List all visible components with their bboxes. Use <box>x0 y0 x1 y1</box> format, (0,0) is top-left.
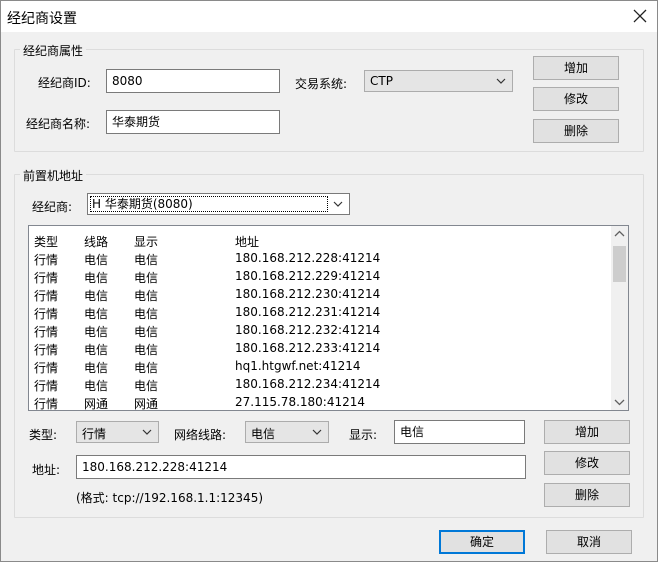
address-label: 地址: <box>32 463 61 477</box>
cell-address: 180.168.212.229:41214 <box>235 269 381 283</box>
table-row[interactable]: 行情 电信 电信 180.168.212.231:41214 <box>29 303 609 321</box>
cell-type: 行情 <box>34 397 59 411</box>
table-row[interactable]: 行情 电信 电信 180.168.212.232:41214 <box>29 321 609 339</box>
cell-address: 27.115.78.180:41214 <box>235 395 366 409</box>
display-field[interactable]: 电信 <box>394 420 525 444</box>
cell-display: 电信 <box>134 271 159 285</box>
chevron-down-icon <box>333 201 343 207</box>
cell-type: 行情 <box>34 307 59 321</box>
cell-display: 电信 <box>134 343 159 357</box>
network-line-label: 网络线路: <box>174 428 227 442</box>
scroll-up-icon[interactable] <box>611 226 628 243</box>
cell-line: 电信 <box>84 307 109 321</box>
cell-type: 行情 <box>34 325 59 339</box>
type-label: 类型: <box>29 428 58 442</box>
front-broker-value: H 华泰期货(8080) <box>90 196 328 212</box>
broker-edit-button[interactable]: 修改 <box>533 87 619 111</box>
table-row[interactable]: 行情 电信 电信 180.168.212.228:41214 <box>29 249 609 267</box>
cell-display: 电信 <box>134 307 159 321</box>
title-bar: 经纪商设置 <box>1 1 657 32</box>
trade-system-value: CTP <box>370 74 393 88</box>
cell-line: 电信 <box>84 325 109 339</box>
type-select[interactable]: 行情 <box>76 421 159 443</box>
front-delete-button[interactable]: 删除 <box>544 483 630 507</box>
broker-add-button[interactable]: 增加 <box>533 56 619 80</box>
cell-display: 电信 <box>134 379 159 393</box>
cell-address: 180.168.212.228:41214 <box>235 251 381 265</box>
table-row[interactable]: 行情 电信 电信 180.168.212.234:41214 <box>29 375 609 393</box>
close-button[interactable] <box>623 1 657 31</box>
trade-system-select[interactable]: CTP <box>364 70 513 92</box>
broker-properties-title: 经纪商属性 <box>20 42 87 59</box>
window-title: 经纪商设置 <box>7 11 77 27</box>
cell-type: 行情 <box>34 343 59 357</box>
cell-display: 电信 <box>134 325 159 339</box>
cell-line: 电信 <box>84 271 109 285</box>
cell-line: 网通 <box>84 397 109 411</box>
list-header: 类型 线路 显示 地址 <box>29 231 609 249</box>
network-line-select[interactable]: 电信 <box>245 421 329 443</box>
cell-type: 行情 <box>34 379 59 393</box>
front-broker-label: 经纪商: <box>32 200 73 214</box>
front-add-button[interactable]: 增加 <box>544 420 630 444</box>
column-header-address[interactable]: 地址 <box>235 233 259 250</box>
table-row[interactable]: 行情 网通 网通 27.115.78.180:41214 <box>29 393 609 411</box>
front-address-title: 前置机地址 <box>20 167 87 184</box>
cell-address: 180.168.212.233:41214 <box>235 341 381 355</box>
column-header-type[interactable]: 类型 <box>34 233 58 250</box>
close-icon <box>633 9 647 23</box>
scrollbar-thumb[interactable] <box>613 246 626 282</box>
address-field[interactable]: 180.168.212.228:41214 <box>76 455 526 479</box>
broker-id-label: 经纪商ID: <box>38 76 91 90</box>
type-value: 行情 <box>82 427 107 441</box>
cell-type: 行情 <box>34 253 59 267</box>
front-broker-select[interactable]: H 华泰期货(8080) <box>87 193 350 215</box>
cell-type: 行情 <box>34 271 59 285</box>
broker-settings-dialog: 经纪商设置 经纪商属性 经纪商ID: 8080 经纪商名称: 华泰期货 交易系统… <box>0 0 658 562</box>
cancel-button[interactable]: 取消 <box>546 530 632 554</box>
broker-name-label: 经纪商名称: <box>26 117 91 131</box>
cell-address: 180.168.212.231:41214 <box>235 305 381 319</box>
column-header-display[interactable]: 显示 <box>134 233 158 250</box>
table-row[interactable]: 行情 电信 电信 180.168.212.229:41214 <box>29 267 609 285</box>
chevron-down-icon <box>496 78 506 84</box>
cell-display: 电信 <box>134 253 159 267</box>
cell-address: 180.168.212.232:41214 <box>235 323 381 337</box>
cell-address: 180.168.212.230:41214 <box>235 287 381 301</box>
table-row[interactable]: 行情 电信 电信 hq1.htgwf.net:41214 <box>29 357 609 375</box>
cell-type: 行情 <box>34 289 59 303</box>
cell-line: 电信 <box>84 343 109 357</box>
address-format-hint: (格式: tcp://192.168.1.1:12345) <box>76 491 264 505</box>
broker-delete-button[interactable]: 删除 <box>533 119 619 143</box>
cell-address: hq1.htgwf.net:41214 <box>235 359 361 373</box>
cell-display: 电信 <box>134 289 159 303</box>
ok-button[interactable]: 确定 <box>439 530 525 554</box>
chevron-down-icon <box>142 429 152 435</box>
table-row[interactable]: 行情 电信 电信 180.168.212.233:41214 <box>29 339 609 357</box>
list-scrollbar[interactable] <box>611 226 628 410</box>
column-header-line[interactable]: 线路 <box>84 233 108 250</box>
cell-line: 电信 <box>84 289 109 303</box>
cell-type: 行情 <box>34 361 59 375</box>
cell-line: 电信 <box>84 361 109 375</box>
cell-address: 180.168.212.234:41214 <box>235 377 381 391</box>
broker-id-field[interactable]: 8080 <box>106 69 280 93</box>
table-row[interactable]: 行情 电信 电信 180.168.212.230:41214 <box>29 285 609 303</box>
front-address-list[interactable]: 类型 线路 显示 地址 行情 电信 电信 180.168.212.228:41214 行… <box>28 225 629 411</box>
cell-line: 电信 <box>84 253 109 267</box>
broker-name-field[interactable]: 华泰期货 <box>106 110 280 134</box>
display-label: 显示: <box>349 428 378 442</box>
trade-system-label: 交易系统: <box>295 77 348 91</box>
chevron-down-icon <box>312 429 322 435</box>
cell-display: 网通 <box>134 397 159 411</box>
front-edit-button[interactable]: 修改 <box>544 451 630 475</box>
scroll-down-icon[interactable] <box>611 393 628 410</box>
network-line-value: 电信 <box>251 427 276 441</box>
cell-line: 电信 <box>84 379 109 393</box>
cell-display: 电信 <box>134 361 159 375</box>
